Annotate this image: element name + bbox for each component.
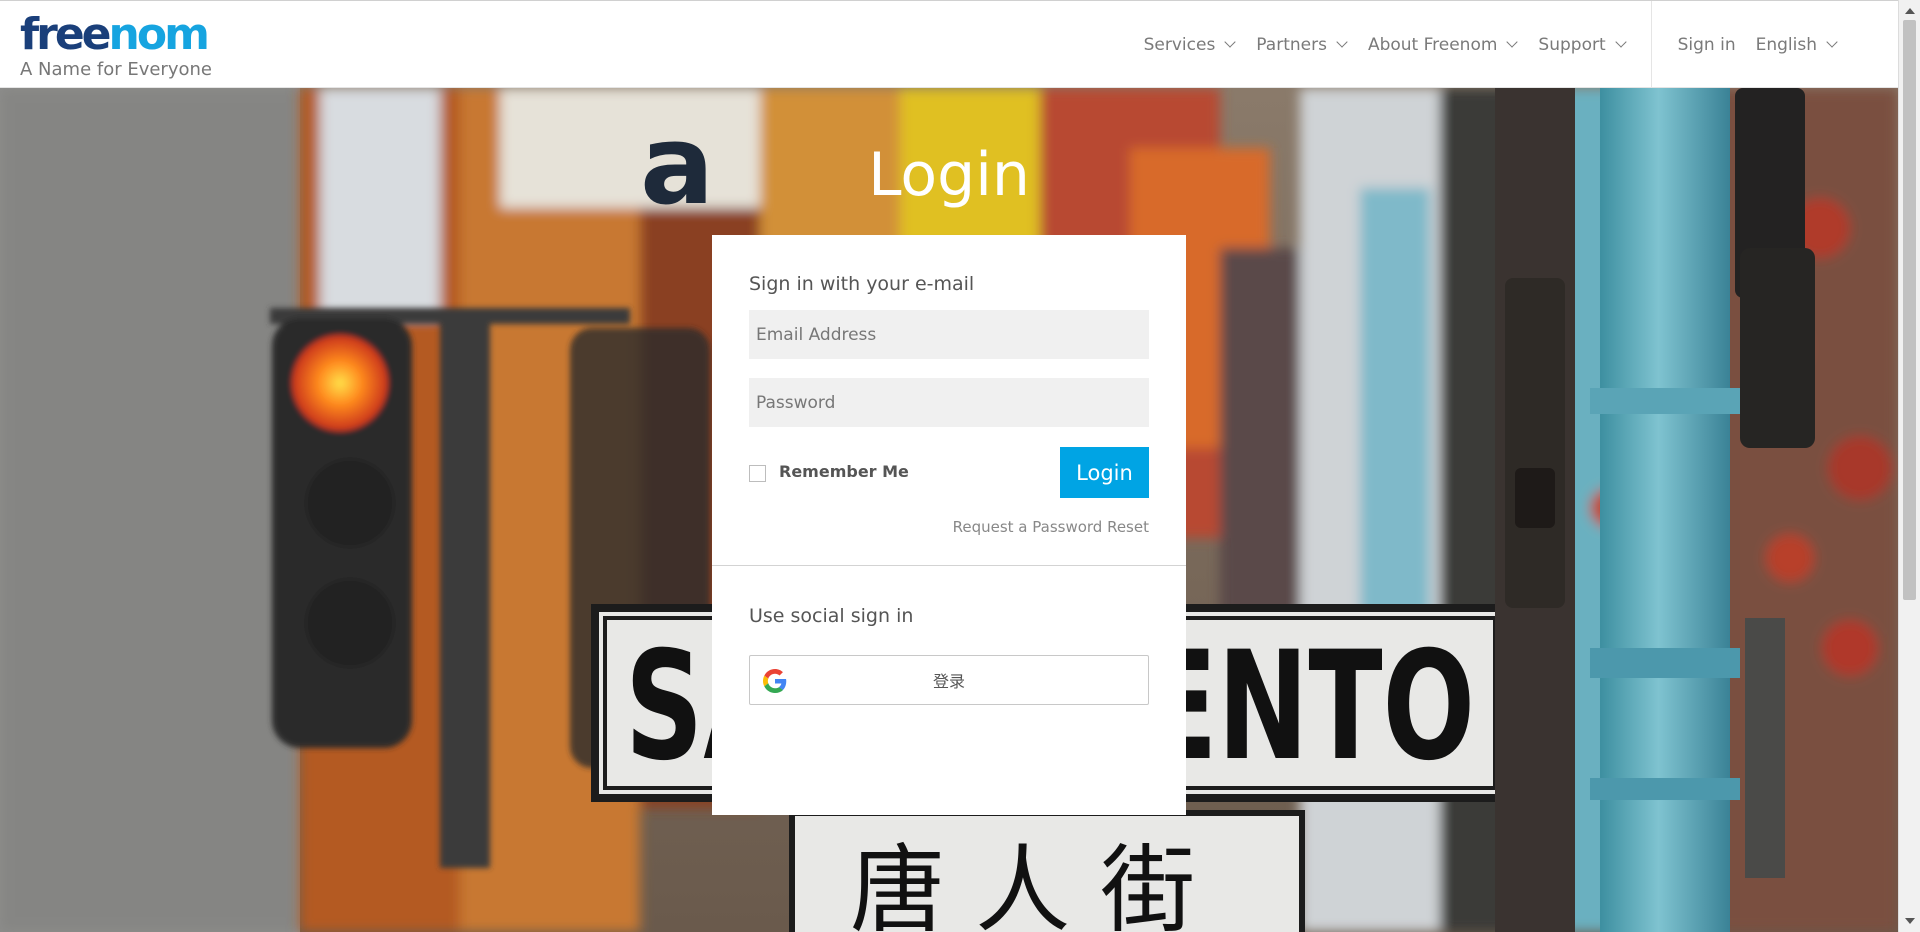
remember-me-checkbox[interactable] <box>749 465 766 482</box>
nav-item-label: Partners <box>1256 34 1327 55</box>
email-input[interactable] <box>749 310 1149 359</box>
remember-me-label: Remember Me <box>779 462 909 481</box>
logo-text-nom: nom <box>108 9 210 60</box>
nav-sign-in-link[interactable]: Sign in <box>1678 35 1736 55</box>
google-sign-in-label: 登录 <box>932 672 965 691</box>
nav-item-about-freenom[interactable]: About Freenom <box>1367 34 1519 55</box>
nav-item-services[interactable]: Services <box>1143 34 1236 55</box>
chevron-down-icon <box>1614 36 1627 48</box>
nav-item-label: Services <box>1143 34 1216 55</box>
scroll-up-arrow-icon[interactable] <box>1905 8 1915 14</box>
social-section-title: Use social sign in <box>749 605 914 627</box>
logo-wordmark: freenom <box>20 13 220 57</box>
nav-divider <box>1650 1 1652 88</box>
scrollbar-thumb[interactable] <box>1903 20 1916 600</box>
nav-item-support[interactable]: Support <box>1538 34 1627 55</box>
nav-item-partners[interactable]: Partners <box>1256 34 1348 55</box>
chevron-down-icon <box>1336 36 1348 48</box>
logo-tagline: A Name for Everyone <box>20 59 212 80</box>
freenom-logo[interactable]: freenom A Name for Everyone <box>20 13 220 83</box>
remember-me-control[interactable]: Remember Me <box>749 461 909 482</box>
nav-item-label: About Freenom <box>1367 34 1498 55</box>
chevron-down-icon <box>1506 36 1519 48</box>
main-navigation: Services Partners About Freenom Support … <box>1144 1 1898 88</box>
google-sign-in-button[interactable]: 登录 <box>749 655 1149 705</box>
chevron-down-icon <box>1224 36 1236 48</box>
google-g-icon <box>763 669 787 693</box>
card-divider <box>712 565 1186 566</box>
login-button[interactable]: Login <box>1060 447 1149 498</box>
page-scrollbar[interactable] <box>1898 0 1920 932</box>
nav-item-label: Support <box>1538 34 1606 55</box>
sign-in-label: Sign in <box>1677 34 1736 55</box>
scroll-down-arrow-icon[interactable] <box>1905 918 1915 924</box>
password-reset-link[interactable]: Request a Password Reset <box>953 518 1149 536</box>
password-input[interactable] <box>749 378 1149 427</box>
page-title: Login <box>868 140 1030 210</box>
language-selector[interactable]: English <box>1755 34 1838 55</box>
svg-text:唐 人 街: 唐 人 街 <box>850 836 1195 932</box>
site-header: freenom A Name for Everyone Services Par… <box>0 0 1898 88</box>
logo-text-free: free <box>20 9 112 60</box>
email-section-title: Sign in with your e-mail <box>749 273 975 295</box>
login-card: Sign in with your e-mail Remember Me Log… <box>712 235 1186 815</box>
language-label: English <box>1755 34 1817 55</box>
chevron-down-icon <box>1826 36 1838 48</box>
